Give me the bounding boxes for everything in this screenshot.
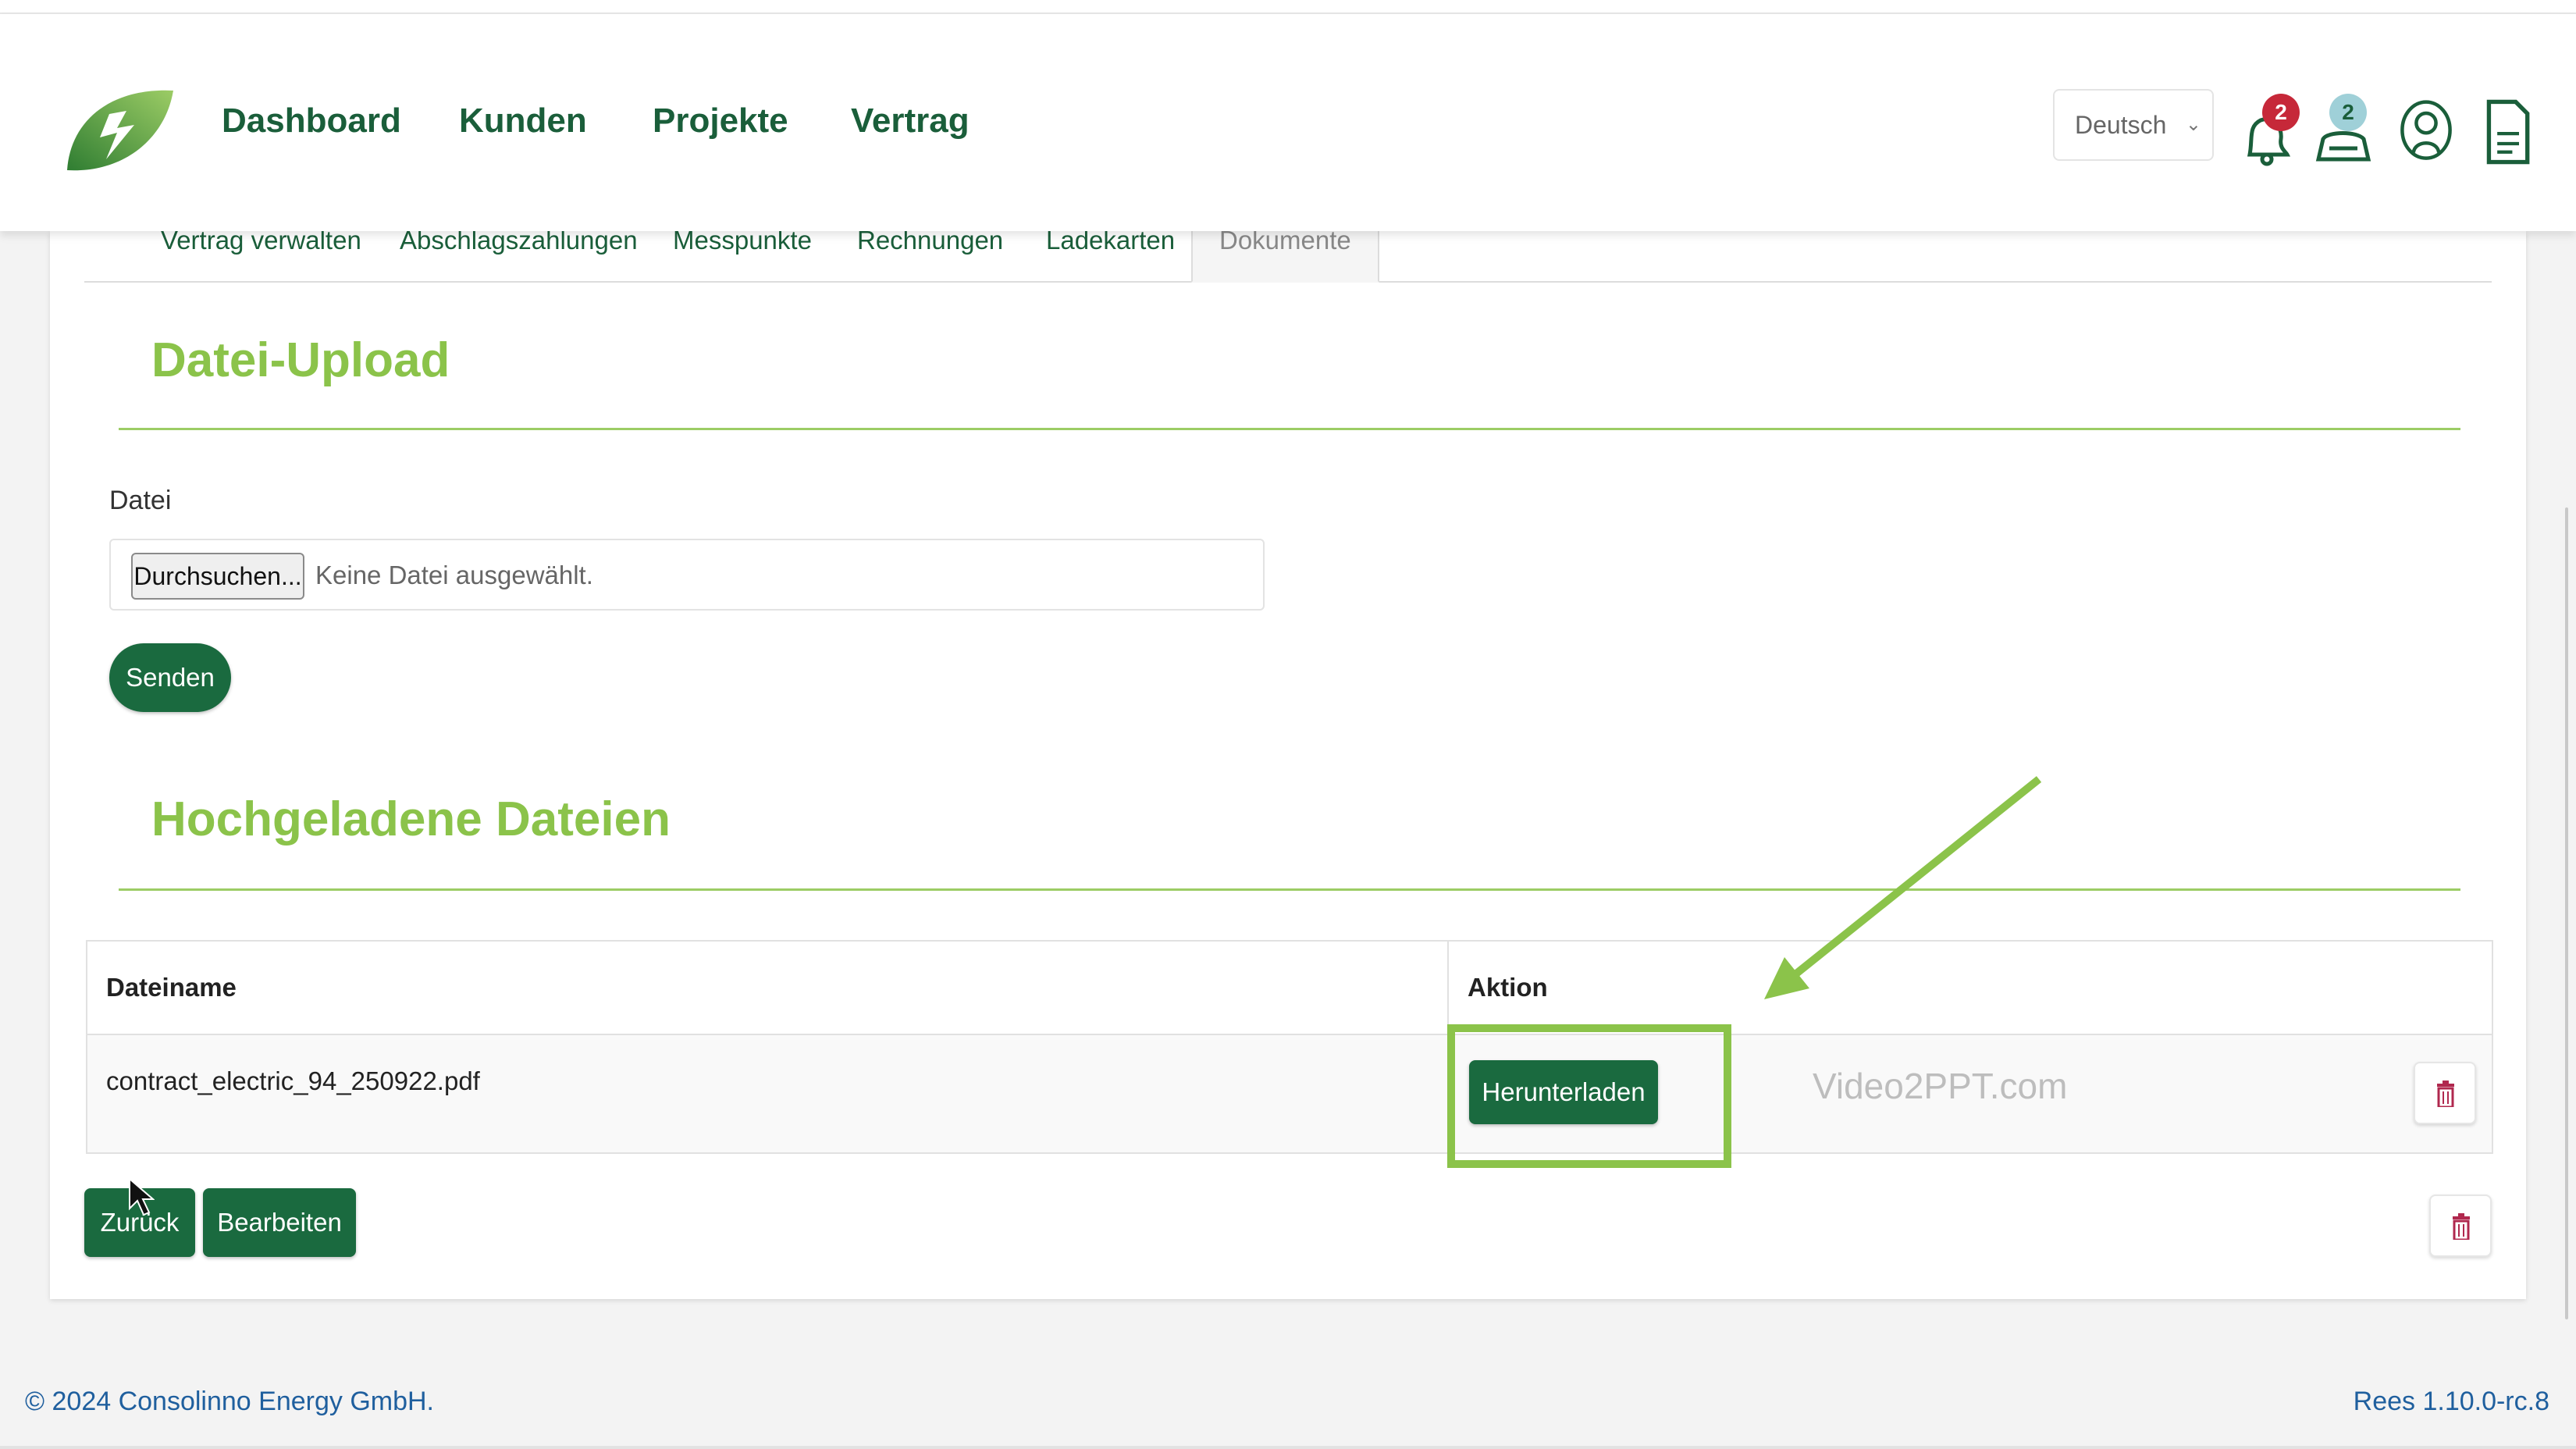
upload-section-divider [119, 428, 2460, 430]
arrow-annotation [1764, 776, 2042, 999]
tab-rechnungen[interactable]: Rechnungen [857, 227, 1003, 283]
highlight-box [1447, 1024, 1731, 1168]
tab-abschlagszahlungen[interactable]: Abschlagszahlungen [400, 227, 638, 283]
nav-kunden[interactable]: Kunden [459, 101, 587, 141]
file-input[interactable]: Durchsuchen... Keine Datei ausgewählt. [109, 539, 1265, 611]
filename-cell: contract_electric_94_250922.pdf [106, 1066, 480, 1095]
upload-section-title: Datei-Upload [151, 333, 450, 387]
files-section-divider [119, 888, 2460, 891]
tab-ladekarten[interactable]: Ladekarten [1046, 227, 1175, 283]
document-icon[interactable] [2476, 97, 2539, 167]
messages-button[interactable]: 2 [2312, 94, 2375, 170]
footer: © 2024 Consolinno Energy GmbH. Rees 1.10… [0, 1351, 2576, 1449]
language-value: Deutsch [2075, 111, 2167, 139]
files-table: Dateiname Aktion contract_electric_94_25… [86, 940, 2493, 1154]
submit-button[interactable]: Senden [109, 643, 231, 712]
tab-messpunkte[interactable]: Messpunkte [673, 227, 812, 283]
files-section-title: Hochgeladene Dateien [151, 792, 671, 846]
file-field-label: Datei [109, 486, 172, 515]
leaf-logo[interactable] [62, 83, 176, 176]
watermark-text: Video2PPT.com [1813, 1066, 2068, 1106]
cursor-icon [129, 1177, 155, 1216]
tab-vertrag-verwalten[interactable]: Vertrag verwalten [161, 227, 361, 283]
delete-record-button[interactable] [2429, 1194, 2492, 1257]
content-card: Vertrag verwalten Abschlagszahlungen Mes… [50, 227, 2526, 1299]
chevron-down-icon: ⌄ [2185, 114, 2201, 135]
version-text: Rees 1.10.0-rc.8 [2353, 1387, 2549, 1416]
nav-projekte[interactable]: Projekte [653, 101, 788, 141]
tab-dokumente[interactable]: Dokumente [1191, 227, 1379, 283]
column-header-aktion: Aktion [1468, 973, 1548, 1002]
browse-button[interactable]: Durchsuchen... [131, 553, 304, 600]
scrollbar[interactable] [2565, 507, 2568, 1319]
trash-icon [2437, 1081, 2454, 1107]
nav-dashboard[interactable]: Dashboard [222, 101, 401, 141]
edit-button[interactable]: Bearbeiten [203, 1188, 356, 1257]
column-header-dateiname: Dateiname [106, 973, 237, 1002]
app-header: Dashboard Kunden Projekte Vertrag Deutsc… [0, 14, 2576, 231]
user-icon[interactable] [2395, 92, 2457, 162]
bottom-border [0, 1446, 2576, 1449]
table-row: contract_electric_94_250922.pdf Herunter… [87, 1035, 2492, 1152]
language-select[interactable]: Deutsch ⌄ [2053, 89, 2214, 161]
notifications-button[interactable]: 2 [2234, 94, 2300, 170]
browser-top-strip [0, 0, 2576, 14]
copyright-text: © 2024 Consolinno Energy GmbH. [25, 1387, 434, 1416]
file-status-text: Keine Datei ausgewählt. [315, 561, 593, 589]
nav-vertrag[interactable]: Vertrag [851, 101, 970, 141]
delete-file-button[interactable] [2414, 1062, 2476, 1124]
notifications-badge: 2 [2262, 94, 2300, 131]
tab-bar: Vertrag verwalten Abschlagszahlungen Mes… [84, 227, 2492, 283]
trash-icon [2453, 1213, 2470, 1240]
messages-badge: 2 [2329, 94, 2367, 131]
